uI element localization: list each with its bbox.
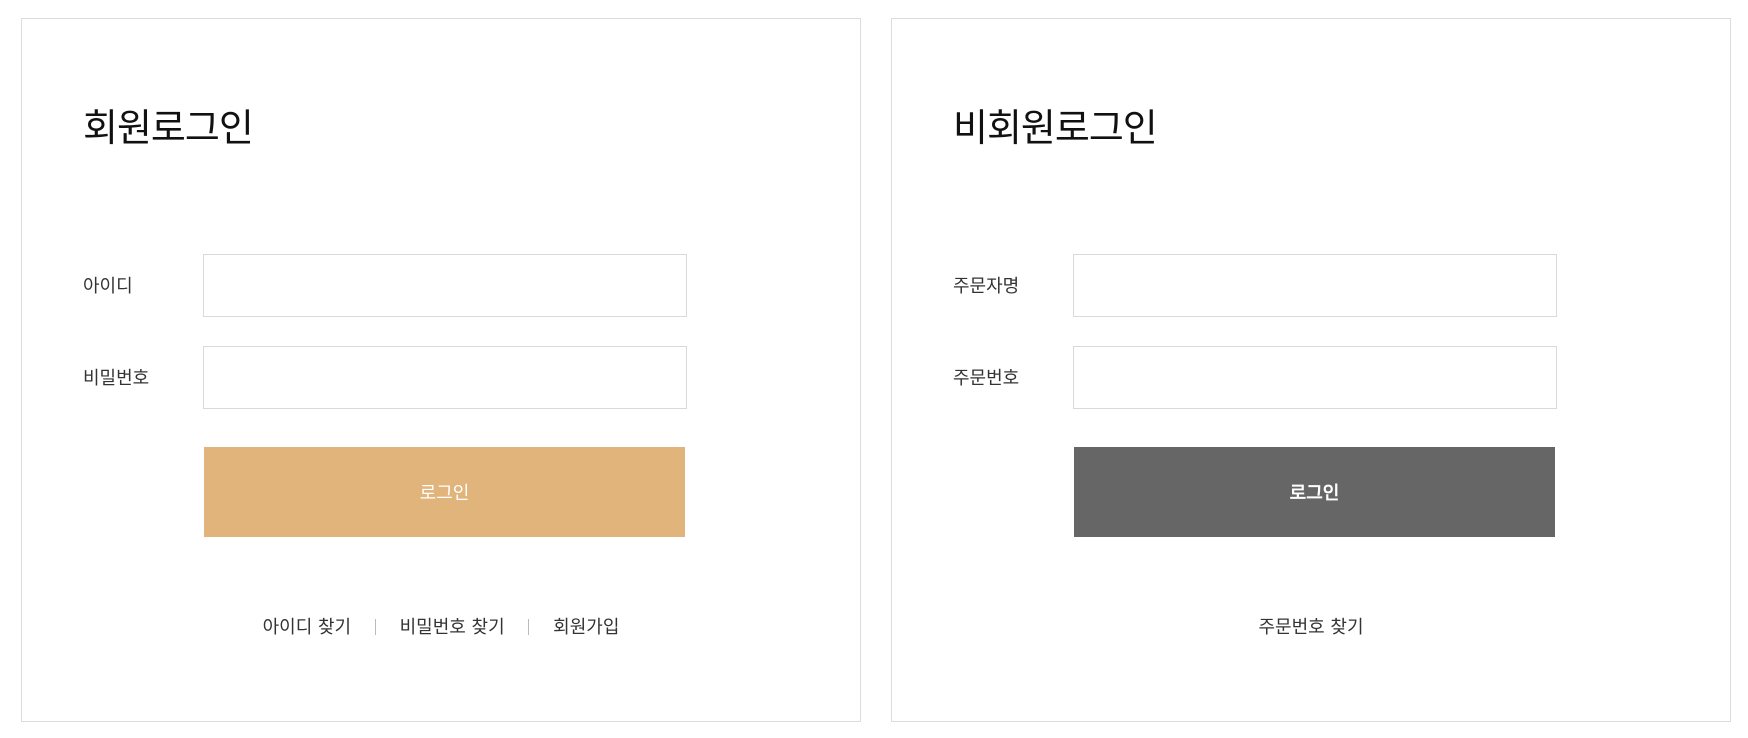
password-input[interactable]	[203, 346, 687, 409]
link-divider	[374, 619, 376, 635]
id-label: 아이디	[83, 276, 133, 297]
member-login-panel: 회원로그인 아이디 비밀번호 로그인 아이디 찾기 비밀번호 찾기 회원가입	[21, 18, 861, 722]
guest-login-title: 비회원로그인	[953, 106, 1158, 150]
password-label: 비밀번호	[83, 368, 150, 389]
find-id-link[interactable]: 아이디 찾기	[263, 617, 352, 638]
orderer-name-label: 주문자명	[953, 276, 1020, 297]
member-links: 아이디 찾기 비밀번호 찾기 회원가입	[22, 613, 860, 639]
member-login-button[interactable]: 로그인	[204, 447, 685, 537]
signup-link[interactable]: 회원가입	[553, 617, 619, 638]
guest-links: 주문번호 찾기	[892, 613, 1730, 639]
guest-login-button[interactable]: 로그인	[1074, 447, 1555, 537]
id-input[interactable]	[203, 254, 687, 317]
guest-login-panel: 비회원로그인 주문자명 주문번호 로그인 주문번호 찾기	[891, 18, 1731, 722]
order-number-label: 주문번호	[953, 368, 1020, 389]
orderer-name-input[interactable]	[1073, 254, 1557, 317]
find-password-link[interactable]: 비밀번호 찾기	[400, 617, 505, 638]
find-order-number-link[interactable]: 주문번호 찾기	[1258, 617, 1363, 638]
order-number-input[interactable]	[1073, 346, 1557, 409]
member-login-title: 회원로그인	[83, 106, 254, 150]
link-divider	[528, 619, 530, 635]
